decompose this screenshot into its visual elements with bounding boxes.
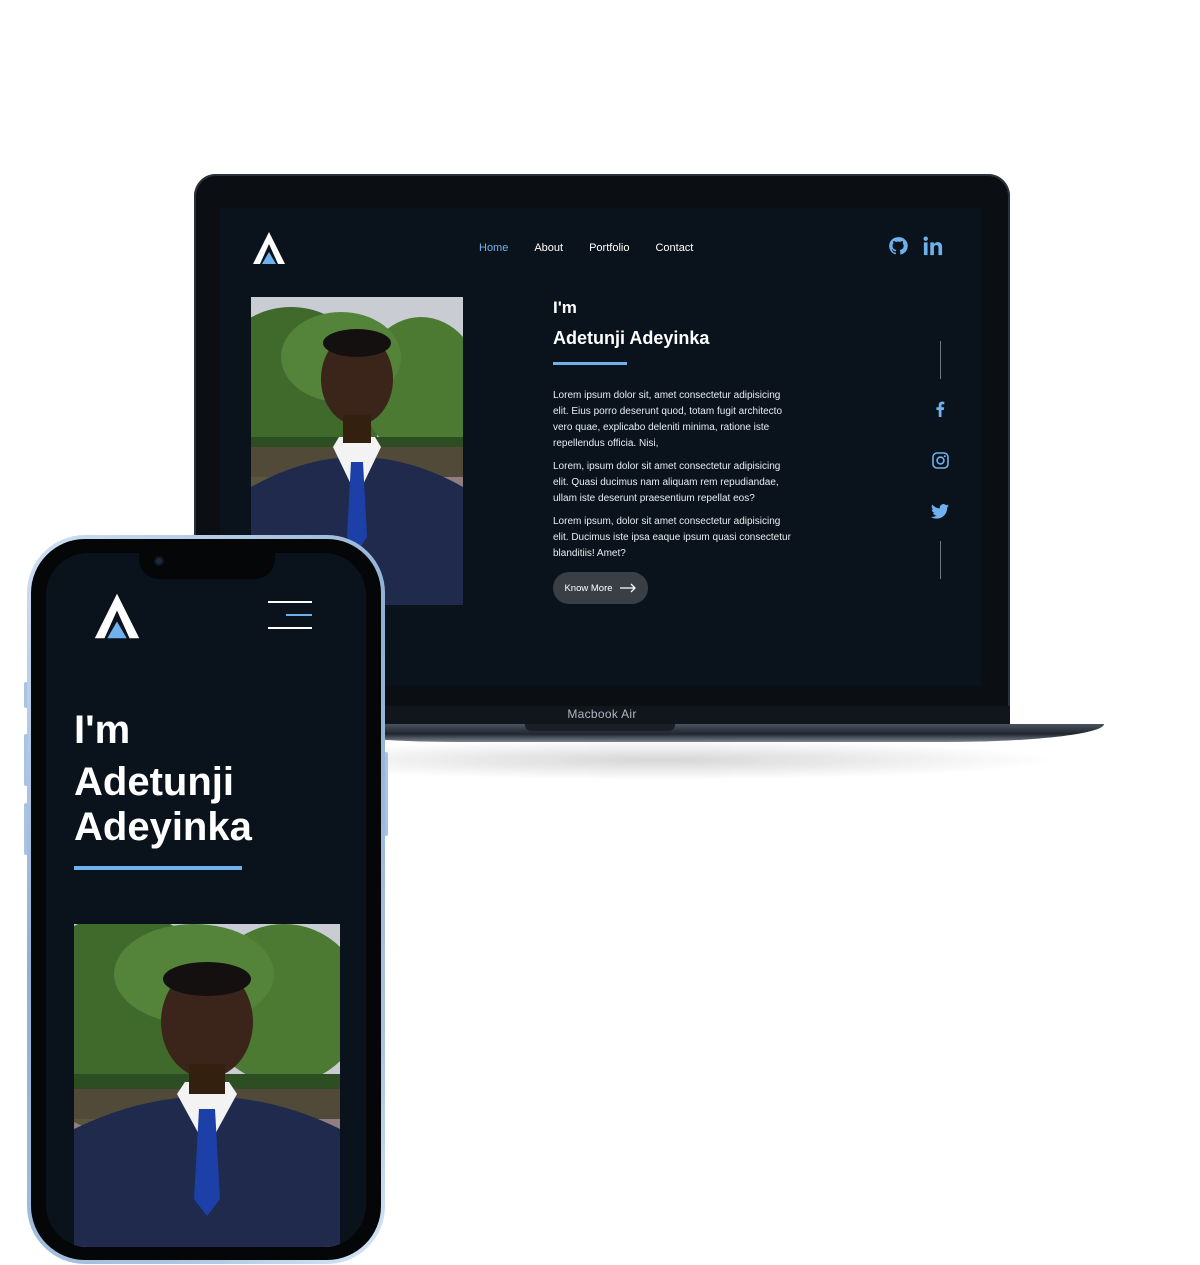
main-nav: Home About Portfolio Contact (479, 242, 693, 254)
side-divider-bottom (940, 541, 941, 579)
facebook-icon[interactable] (929, 398, 951, 420)
nav-home[interactable]: Home (479, 242, 508, 254)
instagram-icon[interactable] (929, 449, 951, 471)
know-more-button[interactable]: Know More (553, 572, 648, 604)
twitter-icon[interactable] (929, 500, 951, 522)
mobile-profile-photo (74, 924, 340, 1247)
side-divider-top (940, 341, 941, 379)
laptop-hinge-notch (525, 724, 675, 731)
mobile-site-logo[interactable] (92, 591, 142, 641)
laptop-base (300, 724, 1104, 742)
hero-paragraph-1: Lorem ipsum dolor sit, amet consectetur … (553, 390, 783, 449)
site-logo[interactable] (251, 230, 287, 266)
nav-contact[interactable]: Contact (655, 242, 693, 254)
hamburger-menu-icon[interactable] (268, 601, 314, 631)
arrow-right-icon (619, 583, 636, 593)
mobile-hero-underline (74, 866, 242, 870)
hero-greeting: I'm (553, 298, 577, 317)
mobile-hero-name: Adetunji Adeyinka (74, 760, 252, 849)
hero-name: Adetunji Adeyinka (553, 328, 710, 348)
hero-paragraph-3: Lorem ipsum, dolor sit amet consectetur … (553, 516, 791, 559)
hero-paragraph-2: Lorem, ipsum dolor sit amet consectetur … (553, 461, 781, 504)
linkedin-icon[interactable] (922, 236, 944, 256)
nav-portfolio[interactable]: Portfolio (589, 242, 629, 254)
phone-screen: I'm Adetunji Adeyinka (46, 553, 366, 1247)
hero-intro: I'm Adetunji Adeyinka (553, 298, 709, 365)
github-icon[interactable] (888, 236, 908, 256)
know-more-label: Know More (564, 582, 613, 594)
mobile-hero-greeting: I'm (74, 708, 131, 752)
phone-camera (154, 556, 164, 566)
nav-about[interactable]: About (534, 242, 563, 254)
top-social-links (888, 236, 944, 256)
hero-underline (553, 362, 627, 365)
